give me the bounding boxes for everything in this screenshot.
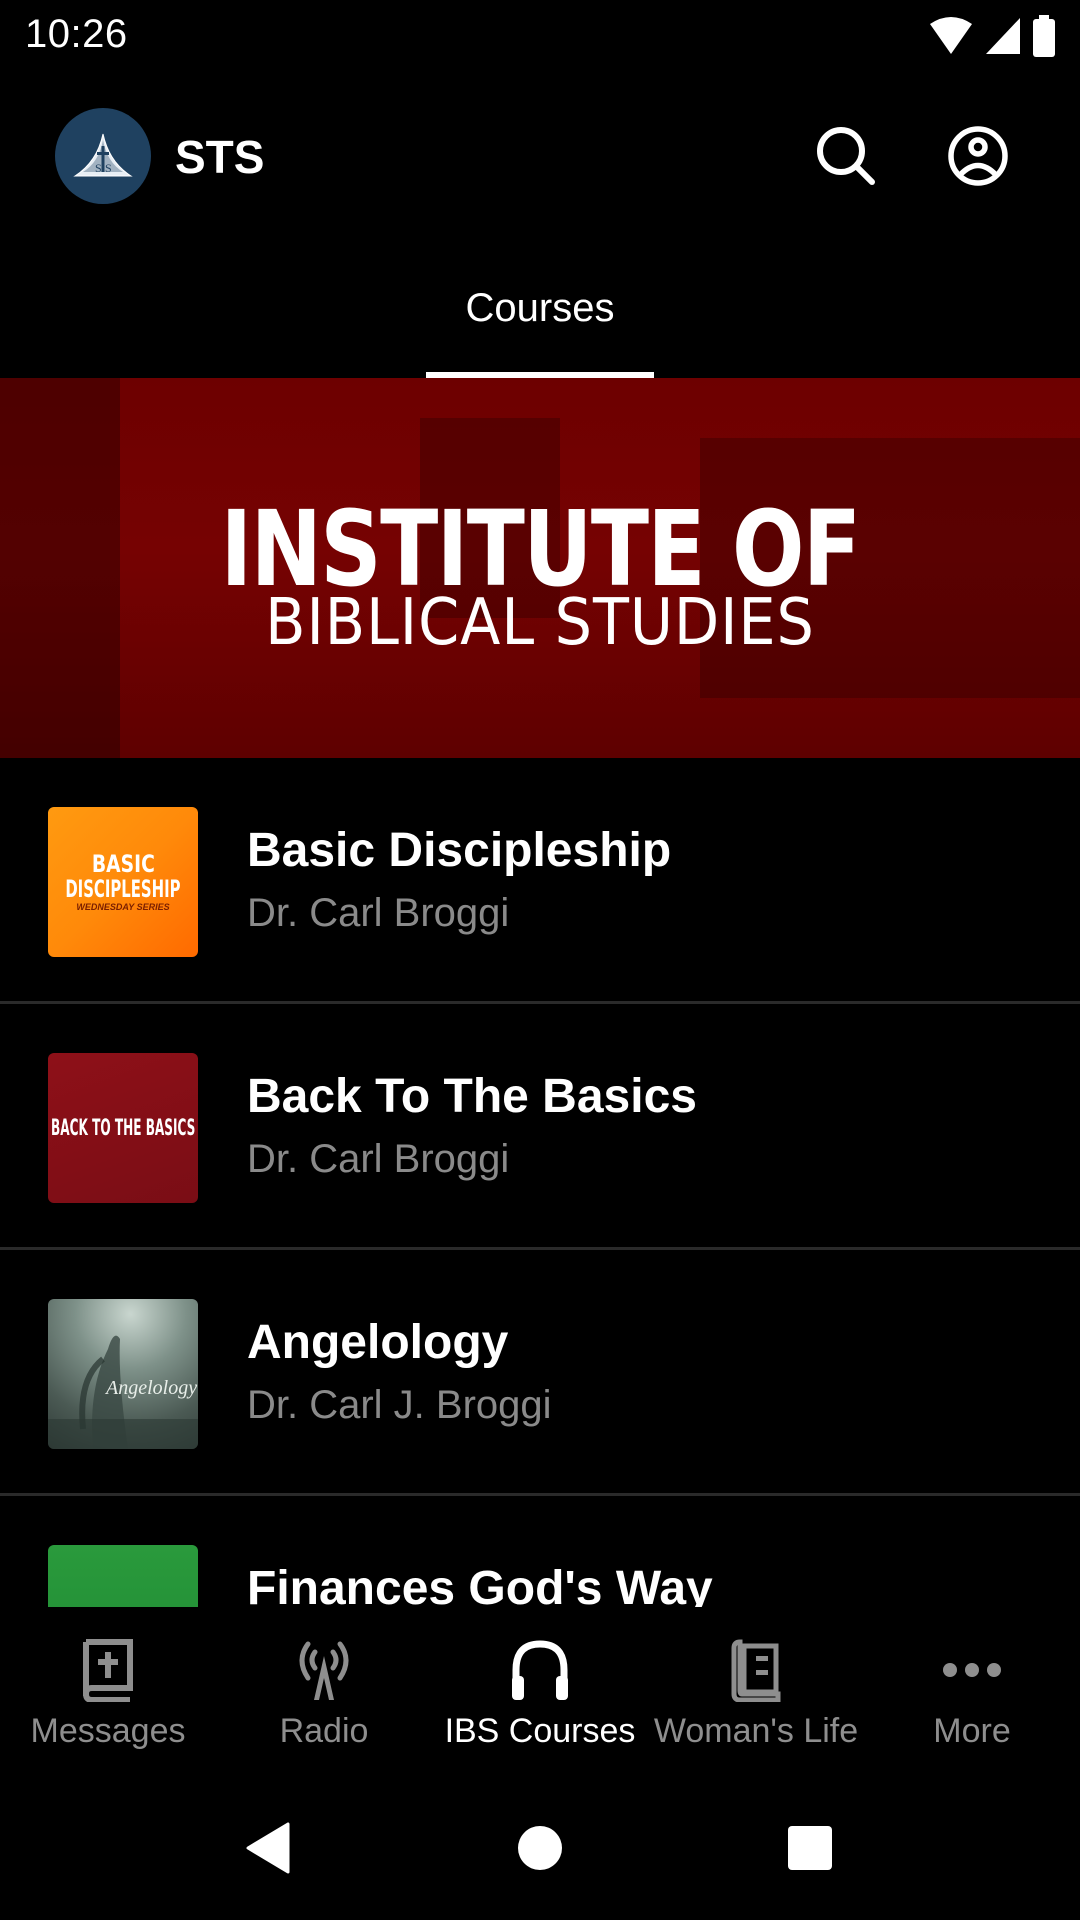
nav-label: Messages	[30, 1712, 186, 1750]
account-circle-icon	[948, 126, 1008, 186]
ibs-banner: INSTITUTE OF BIBLICAL STUDIES	[0, 378, 1080, 758]
app-bar: S S STS	[0, 100, 1080, 212]
book-open-icon	[731, 1639, 781, 1702]
headphones-icon	[512, 1640, 568, 1700]
tab-bar: Courses	[0, 260, 1080, 378]
account-button[interactable]	[942, 120, 1014, 192]
course-item[interactable]: BASIC DISCIPLESHIP WEDNESDAY SERIES Basi…	[0, 758, 1080, 1004]
course-author: Dr. Carl Broggi	[247, 891, 510, 935]
course-thumbnail: Angelology	[48, 1299, 198, 1449]
bottom-navigation: Messages Radio IBS Courses Woman's Life …	[0, 1608, 1080, 1760]
bible-icon	[82, 1639, 133, 1702]
nav-item-messages[interactable]: Messages	[8, 1608, 208, 1760]
radio-tower-icon	[299, 1641, 349, 1700]
course-item[interactable]: FINANCES Finances God's Way	[0, 1496, 1080, 1607]
course-author: Dr. Carl J. Broggi	[247, 1383, 552, 1427]
system-recents-button[interactable]	[774, 1812, 846, 1884]
app-title: STS	[175, 131, 265, 183]
nav-item-womans-life[interactable]: Woman's Life	[653, 1608, 859, 1760]
banner-subtitle: BIBLICAL STUDIES	[265, 586, 815, 660]
system-back-button[interactable]	[232, 1812, 304, 1884]
course-title: Back To The Basics	[247, 1070, 697, 1123]
course-item[interactable]: BACK TO THE BASICS Back To The Basics Dr…	[0, 1004, 1080, 1250]
thumbnail-text: WEDNESDAY SERIES	[76, 902, 170, 912]
course-thumbnail: BASIC DISCIPLESHIP WEDNESDAY SERIES	[48, 807, 198, 957]
cellular-signal-icon	[984, 16, 1022, 56]
thumbnail-text: DISCIPLESHIP	[65, 875, 181, 903]
svg-text:S: S	[95, 161, 102, 175]
status-bar: 10:26	[0, 0, 1080, 72]
nav-item-radio[interactable]: Radio	[224, 1608, 424, 1760]
course-thumbnail: FINANCES	[48, 1545, 198, 1607]
course-author: Dr. Carl Broggi	[247, 1137, 510, 1181]
status-time: 10:26	[25, 12, 128, 56]
nav-label: Woman's Life	[653, 1712, 859, 1750]
search-button[interactable]	[810, 120, 882, 192]
tab-label: Courses	[465, 286, 615, 330]
thumbnail-text: Angelology	[106, 1377, 198, 1399]
search-icon	[817, 127, 875, 185]
home-circle-icon	[518, 1826, 562, 1870]
recents-square-icon	[788, 1826, 832, 1870]
nav-item-ibs-courses[interactable]: IBS Courses	[440, 1608, 640, 1760]
nav-item-more[interactable]: More	[872, 1608, 1072, 1760]
sts-logo-icon[interactable]: S S	[55, 108, 151, 204]
battery-icon	[1032, 15, 1056, 57]
course-title: Angelology	[247, 1316, 509, 1369]
course-title: Basic Discipleship	[247, 824, 672, 877]
system-navigation-bar	[0, 1776, 1080, 1920]
thumbnail-text: BASIC	[91, 850, 155, 878]
nav-label: Radio	[279, 1712, 369, 1750]
nav-label: More	[933, 1712, 1011, 1750]
tab-courses[interactable]: Courses	[426, 260, 654, 378]
course-list[interactable]: BASIC DISCIPLESHIP WEDNESDAY SERIES Basi…	[0, 758, 1080, 1607]
system-home-button[interactable]	[504, 1812, 576, 1884]
status-icons	[928, 14, 1056, 58]
angel-illustration	[48, 1335, 198, 1449]
more-horizontal-icon	[943, 1663, 1001, 1677]
svg-text:S: S	[105, 161, 112, 175]
nav-label: IBS Courses	[444, 1712, 636, 1750]
back-triangle-icon	[246, 1822, 290, 1874]
wifi-icon	[928, 16, 974, 56]
course-item[interactable]: Angelology Angelology Dr. Carl J. Broggi	[0, 1250, 1080, 1496]
course-thumbnail: BACK TO THE BASICS	[48, 1053, 198, 1203]
course-title: Finances God's Way	[247, 1562, 713, 1607]
thumbnail-text: BACK TO THE BASICS	[50, 1115, 196, 1141]
